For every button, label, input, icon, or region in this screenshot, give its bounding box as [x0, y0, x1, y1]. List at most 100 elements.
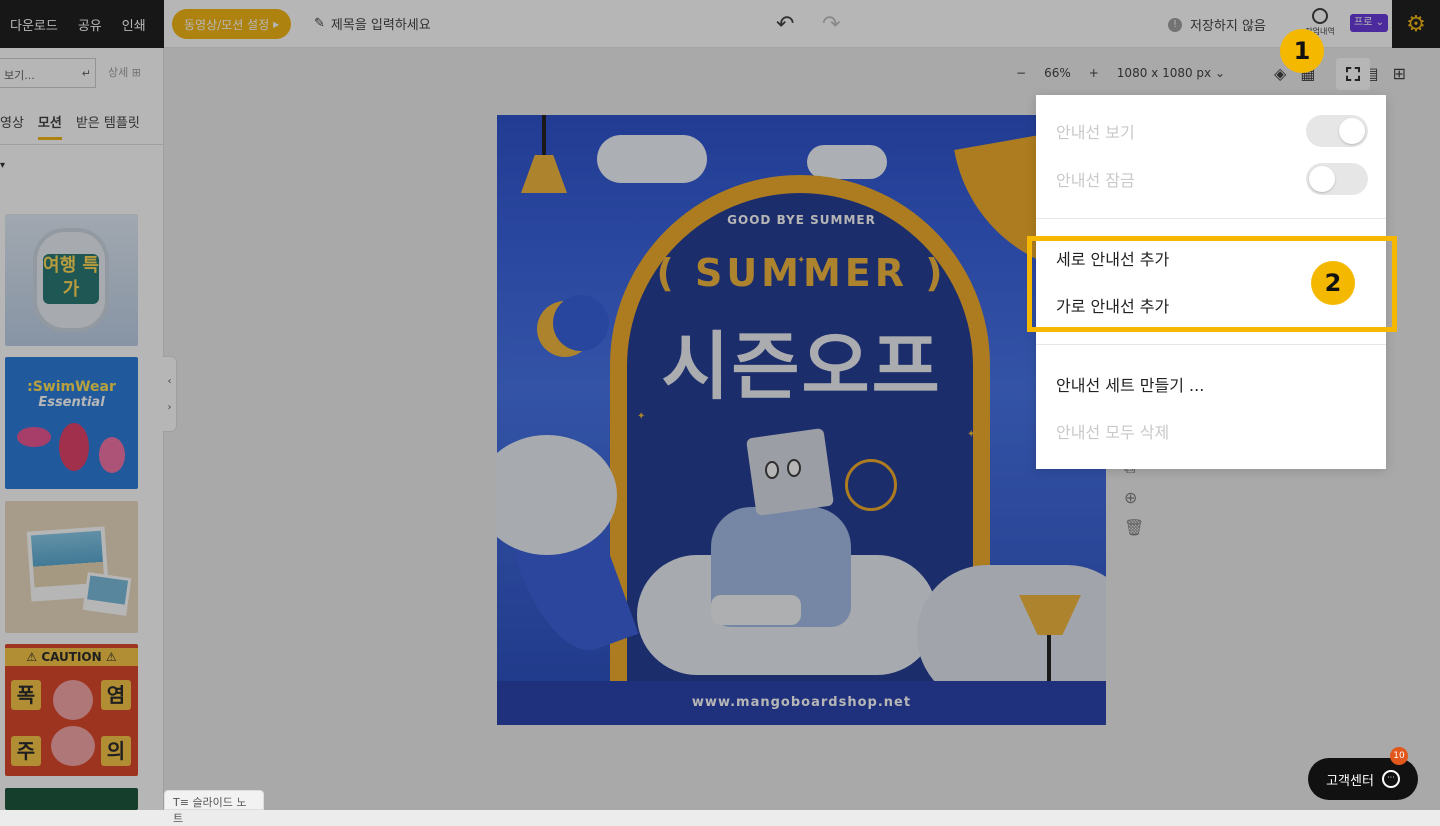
save-status: ! 저장하지 않음 — [1168, 15, 1266, 34]
step-badge-2: 2 — [1311, 261, 1355, 305]
search-input[interactable]: 보기... ↵ — [0, 58, 96, 88]
slide-note-label: 슬라이드 노트 — [173, 796, 247, 825]
template-panel: 보기... ↵ 상세 ⊞ 영상 모션 받은 템플릿 ▾ 여행 특가 :SwimW… — [0, 48, 164, 810]
canvas-side-tools: ⧉ ⊕ 🗑 — [1124, 458, 1144, 548]
plus-box-icon: ⊞ — [131, 66, 141, 79]
cloud-shape — [597, 135, 707, 183]
slide-note-tab[interactable]: T≡ 슬라이드 노트 — [164, 790, 264, 825]
top-bar-main: 동영상/모션 설정 ▸ ✎ 제목을 입력하세요 ↶ ↷ ! 저장하지 않음 작업… — [164, 0, 1440, 48]
help-notification-badge: 10 — [1390, 747, 1408, 765]
canvas-size-label: 1080 x 1080 px — [1116, 66, 1212, 80]
download-button[interactable]: 다운로드 — [0, 15, 68, 34]
swimwear-items — [15, 423, 128, 481]
template-thumb-swimwear[interactable]: :SwimWear Essential — [5, 357, 138, 489]
poster-url: www.mangoboardshop.net — [497, 681, 1106, 725]
poster-title: 시즌오프 — [661, 324, 942, 410]
template-thumb-next[interactable] — [5, 788, 138, 810]
top-bar-actions: 다운로드 공유 인쇄 — [0, 0, 164, 48]
toggle-knob — [1309, 166, 1335, 192]
detail-button[interactable]: 상세 ⊞ — [108, 64, 141, 80]
tab-received-templates[interactable]: 받은 템플릿 — [76, 112, 140, 140]
layers-icon[interactable]: ◈ — [1274, 64, 1286, 83]
template-swimwear-sub: Essential — [38, 395, 105, 410]
print-button[interactable]: 인쇄 — [112, 15, 156, 34]
redo-icon[interactable]: ↷ — [822, 12, 840, 37]
pro-label: 프로 — [1354, 17, 1373, 28]
caution-char: 의 — [101, 736, 131, 766]
show-guides-toggle[interactable] — [1306, 115, 1368, 147]
menu-lock-guides[interactable]: 안내선 잠금 — [1036, 157, 1386, 201]
panel-collapse-toggle[interactable]: ‹ › — [163, 356, 177, 432]
template-swimwear-title: :SwimWear — [27, 379, 116, 395]
poster-subtitle: GOOD BYE SUMMER — [727, 213, 876, 227]
beach-photo-small — [82, 572, 132, 616]
filter-dropdown-icon[interactable]: ▾ — [0, 160, 5, 171]
toggle-knob — [1339, 118, 1365, 144]
zoom-bar: − 66% + 1080 x 1080 px ⌄ — [1016, 66, 1225, 80]
save-status-text: 저장하지 않음 — [1190, 19, 1266, 34]
menu-lock-guides-label: 안내선 잠금 — [1056, 171, 1135, 190]
menu-make-guide-set[interactable]: 안내선 세트 만들기 ... — [1036, 362, 1386, 406]
lamp-shape — [521, 155, 567, 193]
share-button[interactable]: 공유 — [68, 15, 112, 34]
guide-lines-icon — [1346, 67, 1360, 81]
template-travel-text: 여행 특가 — [43, 254, 99, 304]
title-placeholder: 제목을 입력하세요 — [330, 18, 431, 33]
robot-eye — [787, 459, 801, 477]
menu-show-guides-label: 안내선 보기 — [1056, 123, 1135, 142]
cloud-shape — [807, 145, 887, 179]
poster-canvas[interactable]: GOOD BYE SUMMER ( SUMMER ) 시즌오프 ✦ ✦ ✦ ww… — [497, 115, 1106, 725]
caution-char: 폭 — [11, 680, 41, 710]
pig-illustration — [51, 726, 95, 766]
info-icon: ! — [1168, 17, 1182, 32]
caution-char: 주 — [11, 736, 41, 766]
pencil-icon: ✎ — [314, 16, 325, 31]
robot-eye — [765, 461, 779, 479]
chat-icon: ··· — [1381, 770, 1400, 788]
menu-divider — [1036, 218, 1386, 219]
lock-guides-toggle[interactable] — [1306, 163, 1368, 195]
play-icon: ▸ — [273, 17, 280, 31]
menu-divider — [1036, 344, 1386, 345]
tab-divider — [0, 144, 164, 145]
caution-char: 염 — [101, 680, 131, 710]
template-thumb-caution[interactable]: ⚠ CAUTION ⚠ 폭 염 주 의 — [5, 644, 138, 776]
caution-text: CAUTION — [41, 650, 102, 664]
lamp-cord — [542, 115, 546, 157]
menu-make-set-label: 안내선 세트 만들기 ... — [1056, 376, 1205, 395]
star-icon: ✦ — [637, 411, 646, 422]
zoom-out-button[interactable]: − — [1016, 66, 1026, 80]
template-thumb-travel[interactable]: 여행 특가 — [5, 214, 138, 346]
clock-icon — [1312, 8, 1328, 24]
panel-tabs: 영상 모션 받은 템플릿 — [0, 112, 140, 140]
tab-video[interactable]: 영상 — [0, 112, 24, 140]
menu-delete-all-guides[interactable]: 안내선 모두 삭제 — [1036, 409, 1386, 453]
undo-icon[interactable]: ↶ — [776, 12, 794, 37]
zoom-level[interactable]: 66% — [1044, 66, 1071, 80]
pig-illustration — [53, 680, 93, 720]
menu-show-guides[interactable]: 안내선 보기 — [1036, 109, 1386, 153]
video-motion-setting-button[interactable]: 동영상/모션 설정 ▸ — [172, 9, 292, 39]
video-motion-setting-label: 동영상/모션 설정 — [184, 17, 270, 32]
guide-lines-button[interactable] — [1336, 58, 1370, 90]
enter-icon: ↵ — [81, 67, 91, 80]
grid-icon[interactable]: ⊞ — [1393, 64, 1406, 83]
top-bar: 다운로드 공유 인쇄 동영상/모션 설정 ▸ ✎ 제목을 입력하세요 ↶ ↷ !… — [0, 0, 1440, 48]
pro-badge[interactable]: 프로 ⌄ — [1350, 14, 1388, 32]
tab-motion[interactable]: 모션 — [37, 112, 62, 140]
search-placeholder: 보기... — [4, 69, 35, 82]
title-input[interactable]: ✎ 제목을 입력하세요 — [314, 14, 431, 33]
add-page-icon[interactable]: ⊕ — [1124, 488, 1144, 518]
robot-feet — [711, 595, 801, 625]
detail-label: 상세 — [108, 66, 129, 79]
zoom-in-button[interactable]: + — [1089, 66, 1099, 80]
trash-icon[interactable]: 🗑 — [1124, 518, 1144, 548]
step-badge-1: 1 — [1280, 29, 1324, 73]
canvas-size-select[interactable]: 1080 x 1080 px ⌄ — [1117, 66, 1225, 80]
template-thumb-beach[interactable] — [5, 501, 138, 633]
gear-icon[interactable]: ⚙ — [1392, 0, 1440, 48]
menu-delete-all-label: 안내선 모두 삭제 — [1056, 423, 1170, 442]
star-icon: ✦ — [797, 255, 806, 266]
butterfly-net — [845, 459, 897, 511]
help-center-label: 고객센터 — [1326, 773, 1374, 789]
